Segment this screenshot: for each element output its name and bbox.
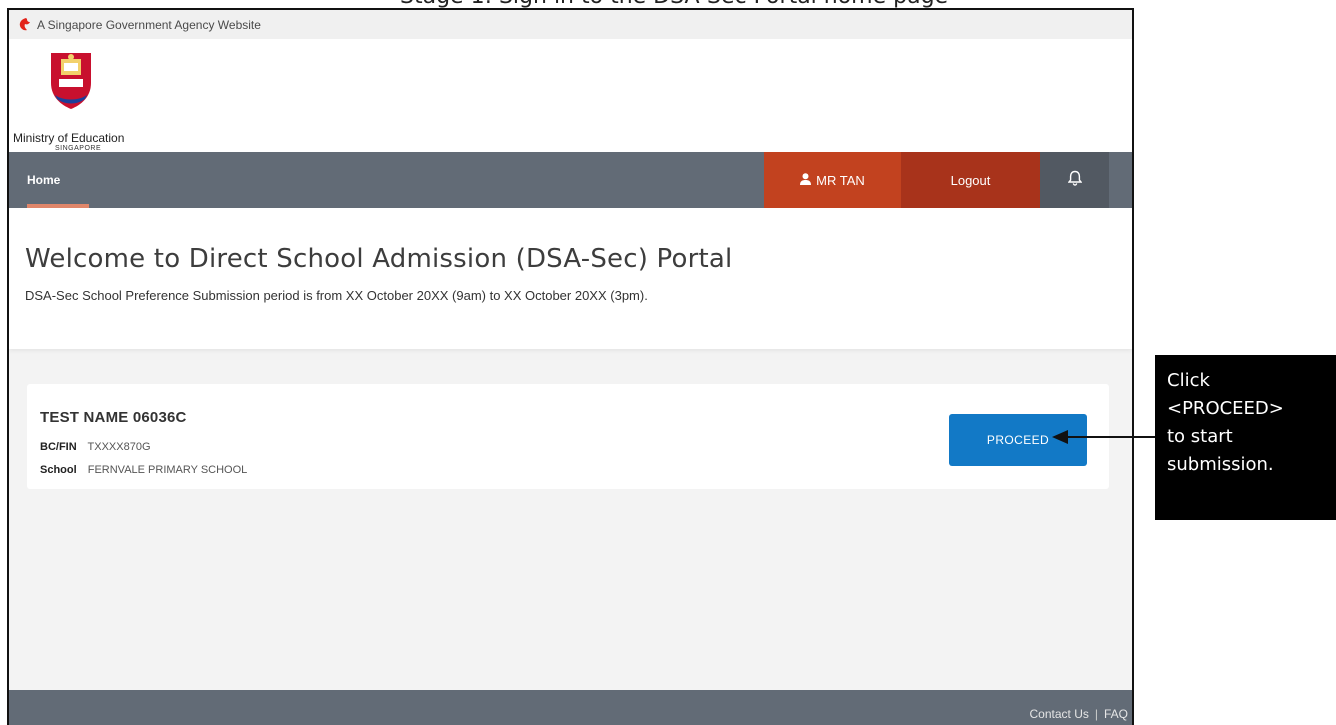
moe-crest-icon xyxy=(51,53,91,109)
annotation-arrow-head-icon xyxy=(1052,430,1068,444)
annotation-arrow-line xyxy=(1066,436,1156,438)
callout-line: Click xyxy=(1167,370,1210,391)
user-menu-button[interactable]: MR TAN xyxy=(764,152,901,208)
page-title: Welcome to Direct School Admission (DSA-… xyxy=(25,244,733,274)
callout-line: submission. xyxy=(1167,454,1274,475)
logout-button[interactable]: Logout xyxy=(901,152,1040,208)
user-icon xyxy=(800,172,812,188)
screenshot-frame: A Singapore Government Agency Website Mi… xyxy=(7,8,1134,725)
student-fin-row: BC/FIN TXXXX870G xyxy=(40,441,151,453)
student-school-row: School FERNVALE PRIMARY SCHOOL xyxy=(40,464,247,476)
bell-icon xyxy=(1067,170,1082,191)
gov-banner: A Singapore Government Agency Website xyxy=(9,10,1132,39)
fin-value: TXXXX870G xyxy=(87,441,151,453)
nav-tab-home[interactable]: Home xyxy=(9,152,89,208)
school-value: FERNVALE PRIMARY SCHOOL xyxy=(87,464,248,476)
lion-head-icon xyxy=(19,18,31,31)
moe-logo[interactable]: Ministry of Education SINGAPORE xyxy=(13,49,133,152)
school-label: School xyxy=(40,464,77,476)
main-nav: Home MR TAN Logout xyxy=(9,152,1132,208)
student-name: TEST NAME 06036C xyxy=(40,409,187,426)
instruction-callout: Click <PROCEED> to start submission. xyxy=(1155,355,1336,520)
notifications-button[interactable] xyxy=(1040,152,1109,208)
contact-us-link[interactable]: Contact Us xyxy=(1030,707,1089,721)
callout-line: <PROCEED> xyxy=(1167,398,1284,419)
fin-label: BC/FIN xyxy=(40,441,77,453)
faq-link[interactable]: FAQ xyxy=(1104,707,1128,721)
site-header: Ministry of Education SINGAPORE xyxy=(9,39,1132,152)
gov-banner-text: A Singapore Government Agency Website xyxy=(37,17,261,32)
callout-line: to start xyxy=(1167,426,1233,447)
logo-title: Ministry of Education xyxy=(13,131,125,145)
user-name-label: MR TAN xyxy=(816,172,865,188)
welcome-section: Welcome to Direct School Admission (DSA-… xyxy=(9,208,1132,349)
submission-period-text: DSA-Sec School Preference Submission per… xyxy=(25,288,648,303)
site-footer: Contact Us | FAQ xyxy=(9,690,1132,725)
logo-subtitle: SINGAPORE xyxy=(55,145,102,152)
student-card: TEST NAME 06036C BC/FIN TXXXX870G School… xyxy=(27,384,1109,489)
footer-separator: | xyxy=(1094,707,1098,721)
